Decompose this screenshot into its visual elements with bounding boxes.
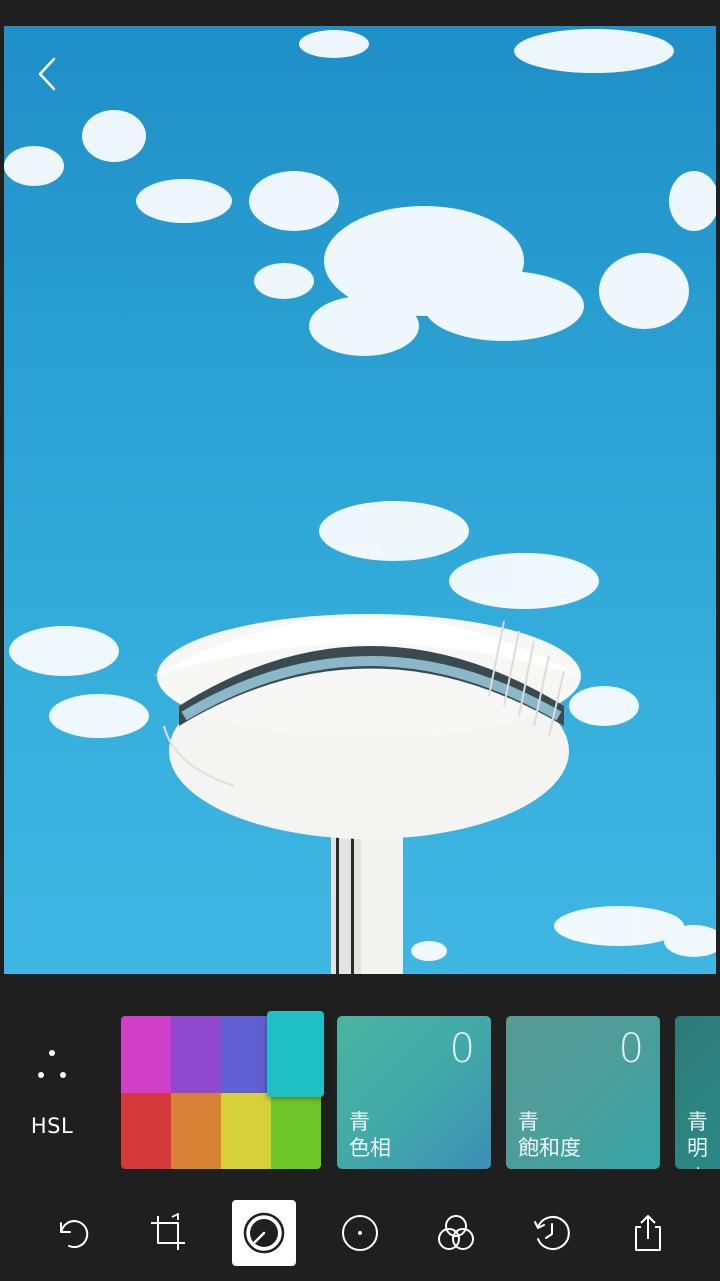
- top-bar: [0, 0, 720, 26]
- hue-label: 色相: [349, 1136, 391, 1160]
- undo-icon: [60, 1220, 89, 1249]
- swatch-red[interactable]: [121, 1092, 171, 1169]
- tower: [154, 614, 581, 974]
- filter-button[interactable]: [425, 1202, 487, 1264]
- cyan-hue-card[interactable]: 0 青 色相: [337, 1016, 491, 1169]
- swatch-purple[interactable]: [171, 1016, 221, 1093]
- cyan-luminance-card[interactable]: 青 明度: [675, 1016, 720, 1169]
- undo-button[interactable]: [40, 1202, 102, 1264]
- adjust-button[interactable]: [232, 1200, 296, 1266]
- cyan-saturation-card[interactable]: 0 青 飽和度: [506, 1016, 660, 1169]
- chevron-left-icon: [38, 57, 56, 91]
- overlap-circles-icon: [438, 1215, 474, 1250]
- history-button[interactable]: [521, 1202, 583, 1264]
- vignette-button[interactable]: [329, 1202, 391, 1264]
- crop-button[interactable]: [137, 1202, 199, 1264]
- hsl-mode-button[interactable]: HSL: [14, 1040, 90, 1150]
- swatch-green[interactable]: [271, 1092, 321, 1169]
- circle-icon: [342, 1215, 378, 1251]
- three-dots-icon: [38, 1050, 66, 1078]
- share-button[interactable]: [617, 1202, 679, 1264]
- swatch-yellow[interactable]: [221, 1092, 271, 1169]
- back-button[interactable]: [30, 54, 70, 94]
- swatch-cyan-selected[interactable]: [267, 1011, 324, 1097]
- history-icon: [534, 1216, 570, 1250]
- share-icon: [635, 1215, 661, 1251]
- crop-icon: [151, 1213, 185, 1250]
- swatch-blue[interactable]: [221, 1016, 271, 1093]
- hue-value: 0: [449, 1026, 475, 1072]
- photo-canvas[interactable]: [4, 26, 716, 974]
- saturation-label: 飽和度: [518, 1136, 581, 1160]
- saturation-value: 0: [618, 1026, 644, 1072]
- adjust-dial-icon: [243, 1212, 285, 1254]
- swatch-orange[interactable]: [171, 1092, 221, 1169]
- swatch-magenta[interactable]: [121, 1016, 171, 1093]
- hsl-label: HSL: [30, 1114, 74, 1138]
- luminance-label: 明度: [687, 1136, 708, 1169]
- photo-image: [4, 29, 716, 974]
